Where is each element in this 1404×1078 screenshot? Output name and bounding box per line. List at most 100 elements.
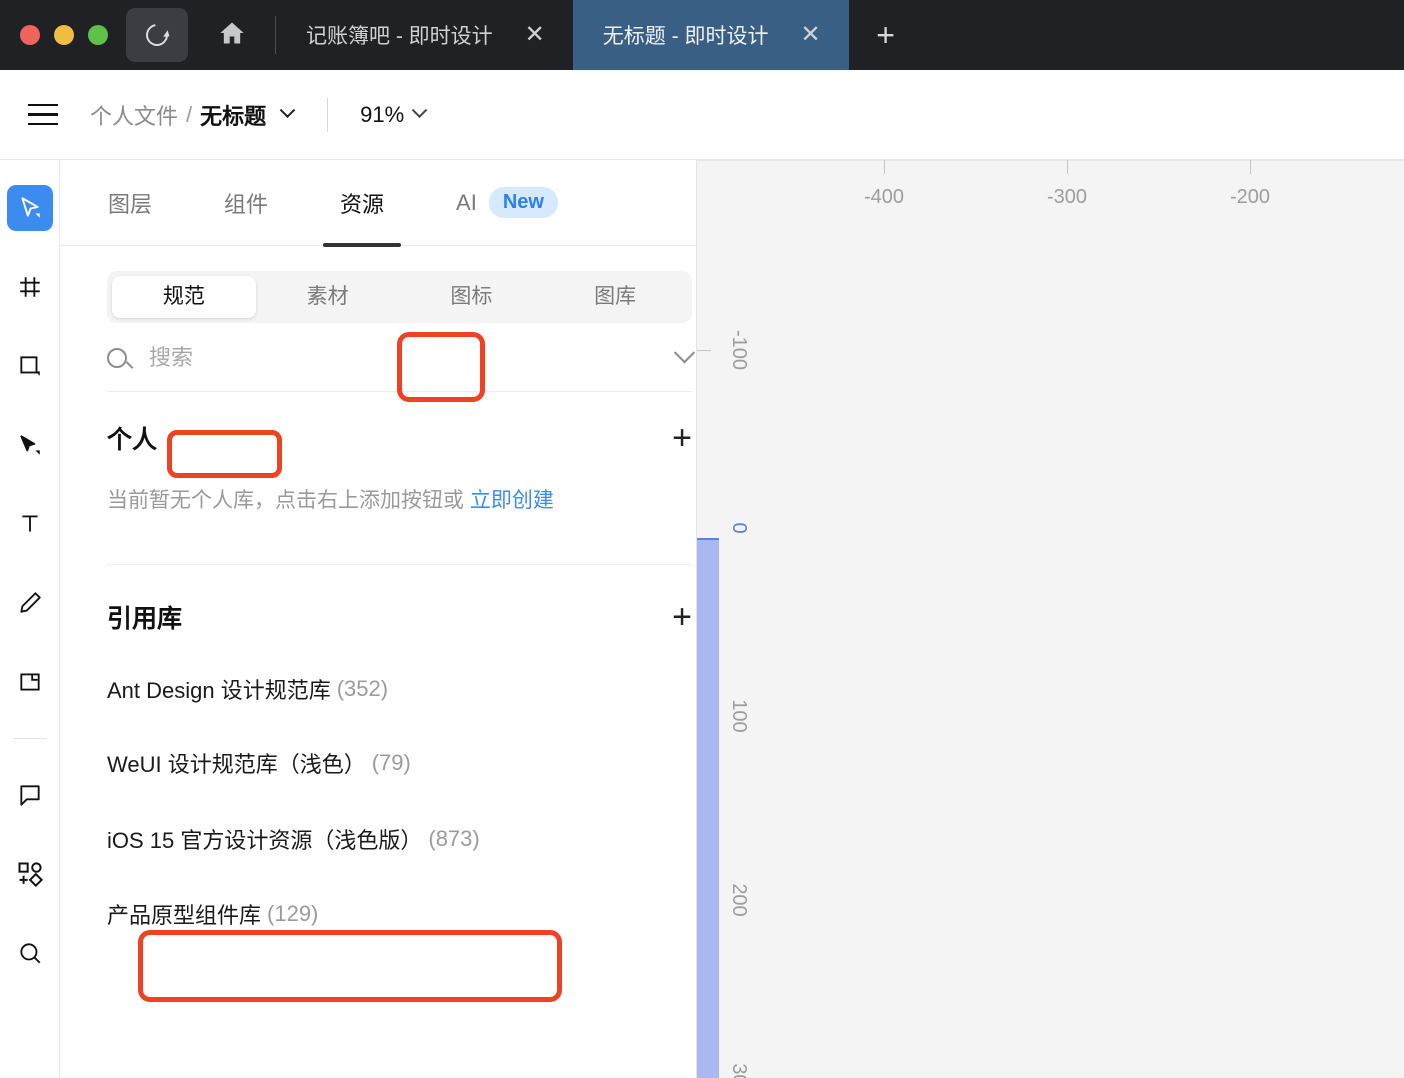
new-tab-button[interactable]: + (849, 0, 923, 70)
pencil-draw-icon[interactable] (7, 580, 53, 626)
library-count: (352) (336, 676, 389, 702)
tab-components[interactable]: 组件 (224, 187, 268, 219)
ruler-label: 0 (728, 522, 750, 534)
library-name: 产品原型组件库 (107, 903, 262, 929)
tab-ai[interactable]: AI New (456, 187, 558, 218)
tab-ai-label: AI (456, 189, 477, 215)
ruler-label: -100 (728, 329, 750, 371)
hamburger-line (28, 122, 58, 126)
tool-rail-divider (12, 738, 47, 739)
chevron-down-icon[interactable] (673, 341, 696, 363)
vertical-ruler[interactable]: -100 0 100 200 300 (697, 160, 750, 1078)
design-canvas[interactable]: -400 -300 -200 -100 0 100 200 300 (697, 160, 1404, 1078)
resource-subtabs: 规范 素材 图标 图库 (107, 271, 692, 323)
text-tool-icon[interactable] (7, 501, 53, 547)
maximize-window-button[interactable] (88, 25, 108, 45)
ruler-label: 200 (728, 883, 750, 917)
ruler-tick (1067, 160, 1068, 174)
breadcrumb-separator: / (186, 101, 193, 127)
home-icon (217, 19, 247, 52)
search-row (107, 341, 696, 392)
resources-panel: 图层 组件 资源 AI New 规范 素材 图标 图库 个人 + (60, 160, 697, 1078)
personal-section-header: 个人 + (107, 420, 692, 456)
search-icon (107, 348, 127, 368)
search-icon[interactable] (7, 930, 53, 976)
personal-section-title: 个人 (107, 426, 158, 454)
browser-tab-1[interactable]: 记账簿吧 - 即时设计 ✕ (276, 0, 573, 70)
reload-icon (141, 19, 173, 51)
add-reference-library-button[interactable]: + (672, 600, 692, 634)
browser-tab-2-title: 无标题 - 即时设计 (602, 25, 769, 48)
list-item[interactable]: WeUI 设计规范库（浅色） (79) (60, 725, 696, 801)
chevron-down-icon[interactable] (411, 102, 428, 119)
library-section-header: 引用库 + (107, 599, 692, 635)
browser-title-bar: 记账簿吧 - 即时设计 ✕ 无标题 - 即时设计 ✕ + (0, 0, 1404, 70)
home-button[interactable] (188, 0, 276, 70)
window-controls (0, 0, 126, 70)
ruler-label: 300 (727, 1063, 750, 1078)
subtab-gallery[interactable]: 图库 (543, 276, 687, 318)
tool-rail (0, 160, 60, 1078)
section-divider (107, 564, 692, 566)
ruler-tick (884, 160, 885, 174)
search-input[interactable] (149, 345, 677, 371)
pen-path-icon[interactable] (7, 422, 53, 468)
zoom-control[interactable]: 91% (360, 101, 428, 128)
ruler-tick (1250, 160, 1251, 174)
ruler-label: 100 (728, 699, 750, 733)
cursor-select-icon[interactable] (6, 185, 53, 231)
personal-empty-text: 当前暂无个人库，点击右上添加按钮或 (107, 489, 470, 512)
library-name: iOS 15 官方设计资源（浅色版） (107, 828, 423, 854)
library-count: (129) (267, 901, 319, 927)
subtab-specs[interactable]: 规范 (112, 276, 256, 318)
horizontal-ruler[interactable]: -400 -300 -200 (697, 160, 1404, 210)
subtab-icons[interactable]: 图标 (400, 276, 544, 318)
browser-tab-1-title: 记账簿吧 - 即时设计 (306, 25, 493, 48)
ruler-label: -300 (1046, 186, 1088, 208)
tab-strip: 记账簿吧 - 即时设计 ✕ 无标题 - 即时设计 ✕ + (188, 0, 1404, 70)
library-count: (873) (428, 826, 480, 852)
rectangle-shape-icon[interactable] (7, 343, 53, 389)
breadcrumb-current: 无标题 (200, 103, 267, 129)
tab-ai-new-badge: New (488, 187, 558, 218)
tab-layers[interactable]: 图层 (108, 187, 152, 219)
hamburger-line (28, 113, 58, 116)
library-count: (79) (371, 750, 411, 776)
comment-bubble-icon[interactable] (7, 772, 53, 818)
app-header: 个人文件 / 无标题 91% (0, 70, 1404, 160)
frame-grid-icon[interactable] (7, 264, 53, 310)
reload-button[interactable] (126, 8, 188, 62)
browser-tab-2[interactable]: 无标题 - 即时设计 ✕ (572, 0, 849, 70)
subtab-materials[interactable]: 素材 (256, 276, 400, 318)
breadcrumb[interactable]: 个人文件 / 无标题 (90, 99, 296, 131)
list-item[interactable]: 产品原型组件库 (129) (60, 877, 696, 951)
browser-tab-2-close-icon[interactable]: ✕ (794, 23, 826, 47)
ruler-label: -200 (1229, 186, 1271, 208)
components-icon[interactable] (7, 851, 53, 897)
ruler-label: -400 (863, 186, 905, 208)
image-placeholder-icon[interactable] (7, 659, 53, 705)
app-body: 图层 组件 资源 AI New 规范 素材 图标 图库 个人 + (0, 160, 1404, 1078)
add-personal-library-button[interactable]: + (672, 421, 692, 455)
library-name: WeUI 设计规范库（浅色） (107, 752, 366, 778)
hamburger-line (28, 103, 58, 107)
hamburger-icon[interactable] (14, 86, 72, 144)
library-list: Ant Design 设计规范库 (352) WeUI 设计规范库（浅色） (7… (60, 653, 696, 951)
list-item[interactable]: Ant Design 设计规范库 (352) (60, 653, 696, 725)
personal-empty-note: 当前暂无个人库，点击右上添加按钮或 立即创建 (107, 483, 637, 519)
breadcrumb-root[interactable]: 个人文件 (90, 99, 178, 131)
chevron-down-icon[interactable] (279, 102, 296, 119)
library-section-title: 引用库 (107, 605, 183, 634)
minimize-window-button[interactable] (54, 25, 74, 45)
ruler-selection-range[interactable] (697, 540, 719, 1078)
ruler-tick (697, 350, 711, 351)
resource-subtabs-wrapper: 规范 素材 图标 图库 (107, 271, 692, 323)
tab-resources[interactable]: 资源 (323, 187, 402, 247)
create-library-link[interactable]: 立即创建 (470, 489, 554, 512)
zoom-value: 91% (360, 101, 405, 127)
close-window-button[interactable] (20, 25, 40, 45)
browser-tab-1-close-icon[interactable]: ✕ (519, 23, 551, 47)
list-item[interactable]: iOS 15 官方设计资源（浅色版） (873) (60, 801, 696, 877)
panel-tab-bar: 图层 组件 资源 AI New (60, 160, 696, 247)
header-divider (327, 97, 329, 132)
